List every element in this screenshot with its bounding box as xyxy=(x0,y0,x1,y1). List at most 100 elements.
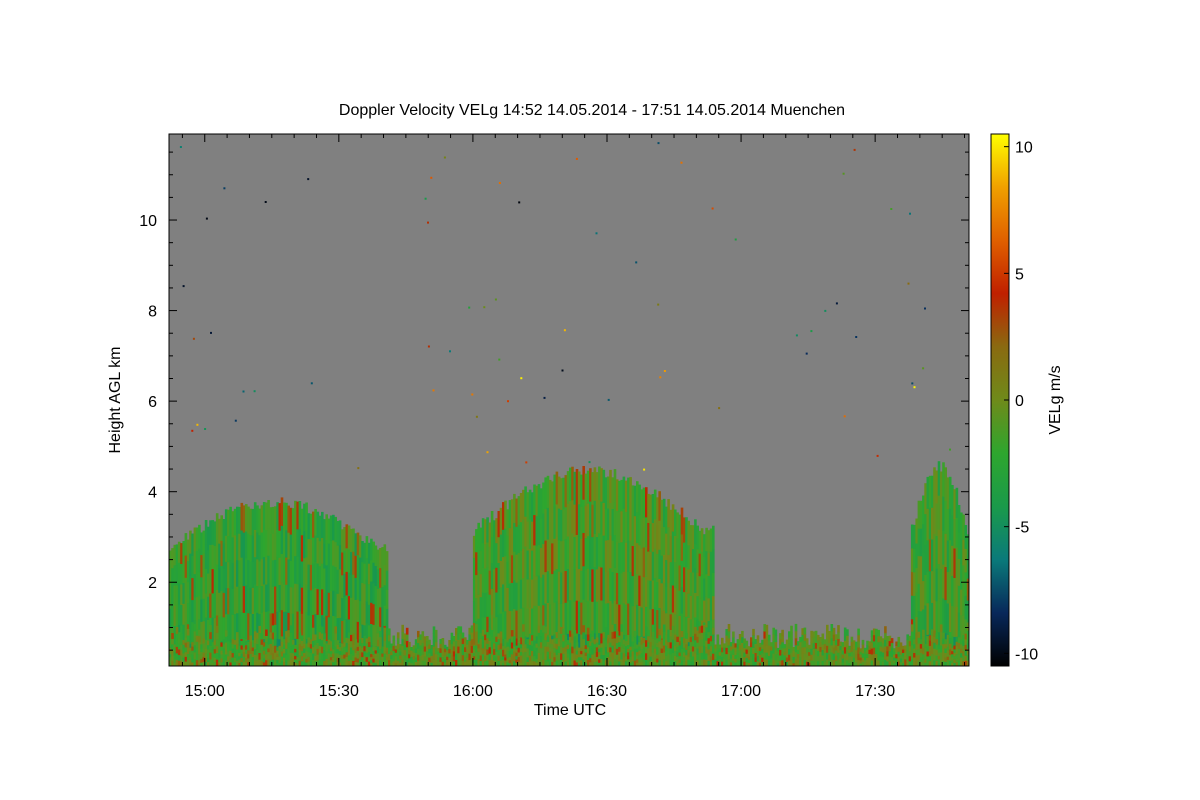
echo-cell xyxy=(280,636,284,642)
echo-cell xyxy=(948,637,952,644)
echo-cell xyxy=(674,650,677,656)
echo-cell xyxy=(191,577,194,601)
echo-cell xyxy=(455,628,458,635)
echo-cell xyxy=(591,648,594,655)
echo-cell xyxy=(294,655,297,660)
echo-cell xyxy=(428,657,431,662)
echo-cell xyxy=(493,631,496,638)
echo-cell xyxy=(312,537,315,564)
echo-cell xyxy=(294,652,297,656)
echo-cell xyxy=(202,575,206,599)
echo-cell xyxy=(171,633,174,639)
echo-cell xyxy=(721,637,724,643)
echo-cell xyxy=(475,638,478,646)
echo-cell xyxy=(832,627,836,635)
echo-cell xyxy=(215,652,219,660)
echo-cell xyxy=(539,488,543,519)
echo-cell xyxy=(184,599,188,623)
echo-cell xyxy=(253,642,257,650)
echo-cell xyxy=(913,657,916,662)
echo-cell xyxy=(841,650,845,655)
echo-cell xyxy=(868,657,871,663)
echo-cell xyxy=(481,518,485,544)
echo-cell xyxy=(242,651,246,657)
noise-speckle xyxy=(430,176,433,179)
echo-cell xyxy=(303,639,306,644)
echo-cell xyxy=(186,628,190,636)
echo-cell xyxy=(274,532,277,560)
echo-cell xyxy=(376,549,380,570)
noise-speckle xyxy=(718,407,721,410)
echo-cell xyxy=(796,649,800,654)
echo-cell xyxy=(312,640,315,648)
echo-cell xyxy=(287,636,290,643)
echo-cell xyxy=(202,553,206,577)
echo-cell xyxy=(794,623,798,632)
echo-cell xyxy=(926,656,930,662)
echo-cell xyxy=(848,649,851,653)
echo-cell xyxy=(287,559,290,587)
echo-cell xyxy=(229,650,232,655)
echo-cell xyxy=(707,575,711,599)
echo-cell xyxy=(660,527,664,556)
echo-cell xyxy=(667,526,670,556)
echo-cell xyxy=(667,582,670,611)
echo-cell xyxy=(577,659,581,664)
echo-cell xyxy=(486,566,489,593)
echo-cell xyxy=(499,660,503,667)
echo-cell xyxy=(499,507,503,535)
noise-speckle xyxy=(520,377,523,380)
echo-cell xyxy=(171,638,174,645)
echo-cell xyxy=(376,659,380,667)
echo-cell xyxy=(577,601,581,634)
echo-cell xyxy=(544,571,547,604)
echo-cell xyxy=(506,509,509,536)
echo-cell xyxy=(236,649,239,656)
echo-cell xyxy=(718,651,722,656)
echo-cell xyxy=(434,660,438,667)
echo-cell xyxy=(410,647,413,651)
echo-cell xyxy=(236,533,239,561)
echo-cell xyxy=(202,638,206,644)
echo-cell xyxy=(327,639,331,645)
echo-cell xyxy=(732,643,735,650)
echo-cell xyxy=(253,556,257,585)
echo-cell xyxy=(242,612,246,640)
echo-cell xyxy=(352,639,355,645)
echo-cell xyxy=(229,642,232,647)
echo-cell xyxy=(595,504,599,538)
echo-cell xyxy=(629,653,632,657)
echo-cell xyxy=(700,625,704,633)
echo-cell xyxy=(649,580,652,610)
x-tick-label: 17:00 xyxy=(721,683,761,700)
echo-cell xyxy=(481,567,485,593)
echo-cell xyxy=(765,652,769,660)
echo-cell xyxy=(408,641,411,647)
noise-speckle xyxy=(890,208,893,210)
echo-cell xyxy=(506,658,509,663)
echo-cell xyxy=(267,583,270,612)
echo-cell xyxy=(332,540,335,566)
echo-cell xyxy=(222,657,226,662)
echo-cell xyxy=(951,515,954,546)
echo-cell xyxy=(403,649,407,656)
echo-cell xyxy=(253,660,257,667)
echo-cell xyxy=(595,637,599,643)
echo-cell xyxy=(636,481,639,513)
echo-cell xyxy=(609,600,612,634)
echo-cell xyxy=(933,642,936,649)
echo-cell xyxy=(289,632,293,640)
echo-cell xyxy=(758,658,762,663)
echo-cell xyxy=(249,628,252,636)
echo-cell xyxy=(352,633,355,640)
echo-cell xyxy=(526,657,530,662)
echo-cell xyxy=(667,659,670,667)
noise-speckle xyxy=(253,390,256,393)
echo-cell xyxy=(653,548,657,579)
echo-cell xyxy=(209,544,212,570)
echo-cell xyxy=(622,571,626,604)
echo-cell xyxy=(823,639,827,645)
echo-cell xyxy=(913,648,916,653)
echo-cell xyxy=(651,631,655,639)
echo-cell xyxy=(455,647,458,654)
